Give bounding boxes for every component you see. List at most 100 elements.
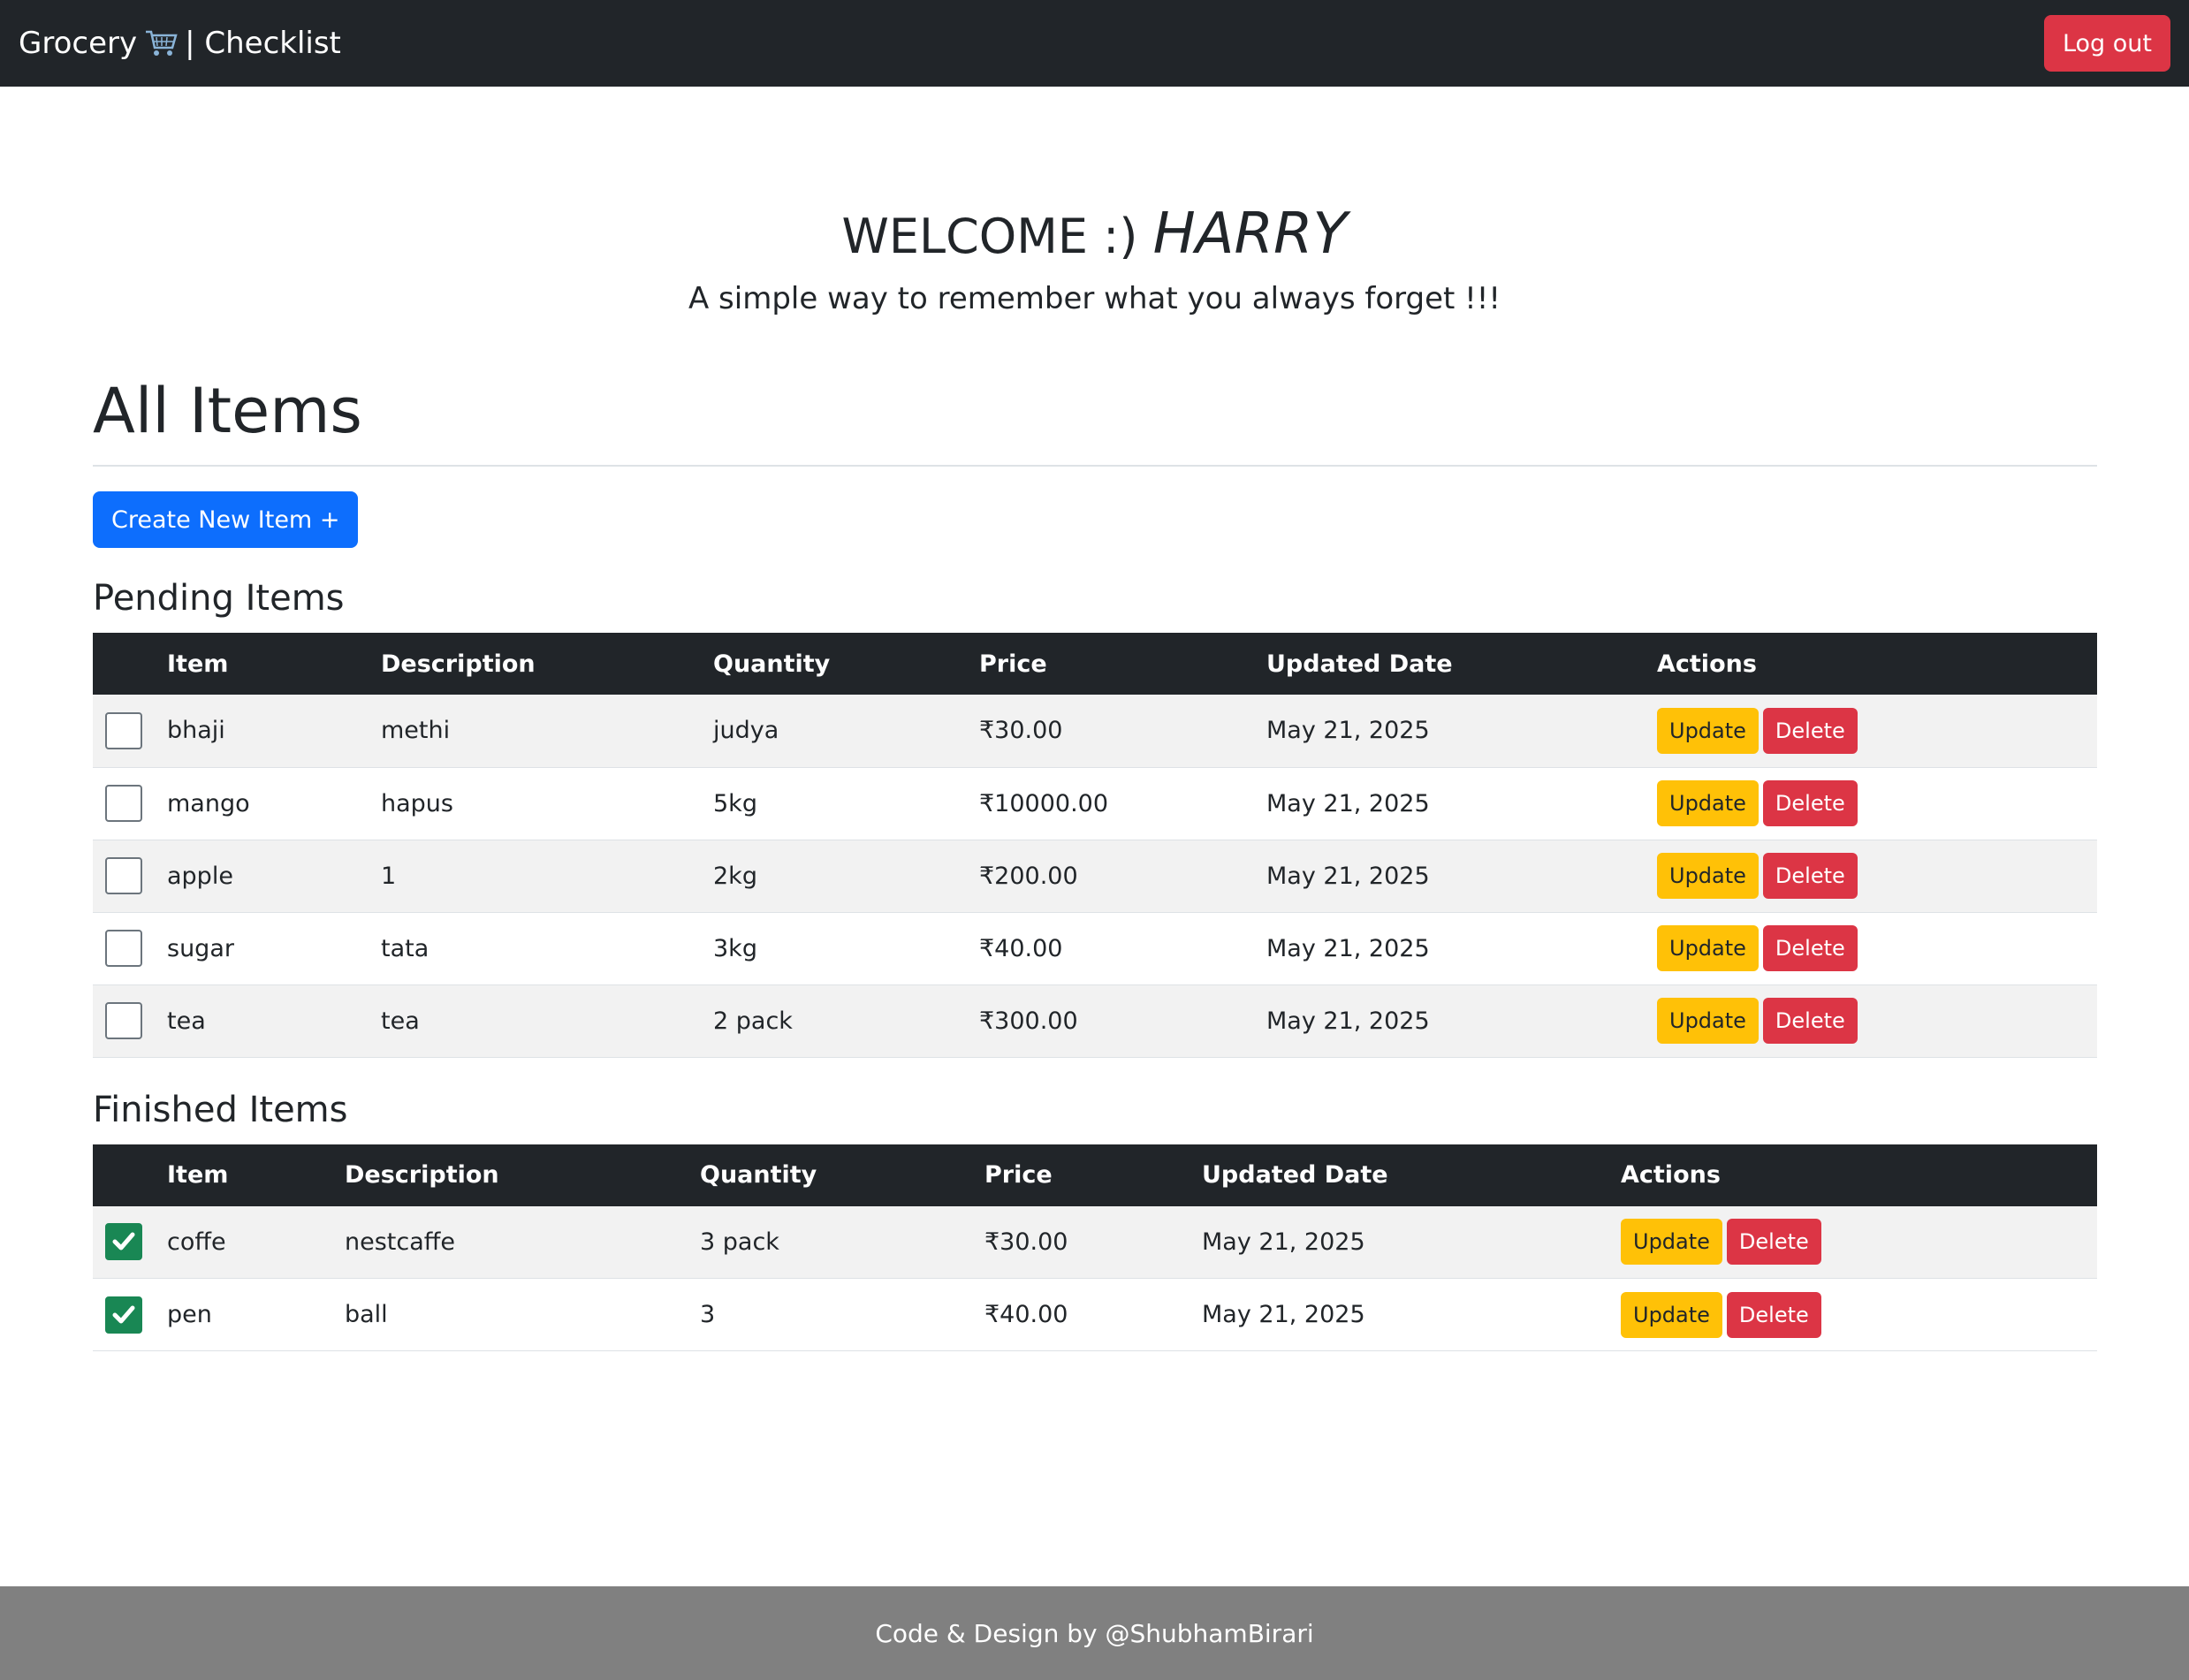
logout-button[interactable]: Log out xyxy=(2043,15,2170,72)
checkbox-cell xyxy=(93,767,155,840)
divider xyxy=(93,465,2097,467)
checkbox-cell xyxy=(93,912,155,985)
column-header-updated-date: Updated Date xyxy=(1266,650,1453,678)
brand-text[interactable]: Grocery xyxy=(19,26,137,61)
page-title: All Items xyxy=(93,375,362,447)
column-header-item: Item xyxy=(167,1161,229,1189)
update-button[interactable]: Update xyxy=(1657,925,1759,971)
delete-button[interactable]: Delete xyxy=(1726,1291,1821,1338)
page: Grocery | Checklist Log out WELCOME :) H… xyxy=(0,0,2189,1680)
table-row: pen ball 3 ₹40.00 May 21, 2025 Update Delete xyxy=(93,1278,2097,1351)
column-header-price: Price xyxy=(984,1161,1053,1189)
brand-suffix[interactable]: | Checklist xyxy=(185,26,341,61)
item-price: ₹30.00 xyxy=(967,695,1254,768)
column-header-item: Item xyxy=(167,650,229,678)
table-row: apple 1 2kg ₹200.00 May 21, 2025 Update Delete xyxy=(93,840,2097,913)
update-button[interactable]: Update xyxy=(1657,998,1759,1044)
item-checkbox[interactable] xyxy=(105,930,142,967)
actions-cell: Update Delete xyxy=(1608,1278,2097,1351)
table-row: sugar tata 3kg ₹40.00 May 21, 2025 Update Dele… xyxy=(93,912,2097,985)
delete-button[interactable]: Delete xyxy=(1762,780,1858,826)
checkbox-cell xyxy=(93,1205,155,1279)
column-header-check xyxy=(93,1144,155,1206)
table-row: mango hapus 5kg ₹10000.00 May 21, 2025 Update… xyxy=(93,767,2097,840)
column-header-updated-date: Updated Date xyxy=(1202,1161,1388,1189)
item-price: ₹200.00 xyxy=(967,840,1254,913)
actions-cell: Update Delete xyxy=(1645,984,2097,1058)
actions-cell: Update Delete xyxy=(1645,767,2097,840)
item-name: pen xyxy=(155,1278,332,1351)
item-description: hapus xyxy=(369,767,701,840)
item-name: apple xyxy=(155,840,369,913)
update-button[interactable]: Update xyxy=(1657,780,1759,826)
checkbox-cell xyxy=(93,695,155,768)
user-name: HARRY xyxy=(1152,201,1348,267)
item-checkbox[interactable] xyxy=(105,1223,142,1261)
checkbox-cell xyxy=(93,840,155,913)
item-description: tata xyxy=(369,912,701,985)
table-row: bhaji methi judya ₹30.00 May 21, 2025 Update D… xyxy=(93,695,2097,768)
item-updated-date: May 21, 2025 xyxy=(1190,1278,1608,1351)
item-name: sugar xyxy=(155,912,369,985)
item-updated-date: May 21, 2025 xyxy=(1254,767,1645,840)
item-price: ₹40.00 xyxy=(972,1278,1190,1351)
update-button[interactable]: Update xyxy=(1621,1219,1722,1266)
item-updated-date: May 21, 2025 xyxy=(1254,695,1645,768)
column-header-quantity: Quantity xyxy=(700,1161,817,1189)
item-price: ₹10000.00 xyxy=(967,767,1254,840)
item-quantity: 2kg xyxy=(701,840,967,913)
actions-cell: Update Delete xyxy=(1645,695,2097,768)
actions-cell: Update Delete xyxy=(1645,912,2097,985)
create-item-button[interactable]: Create New Item + xyxy=(93,491,359,548)
item-price: ₹40.00 xyxy=(967,912,1254,985)
item-quantity: 3 xyxy=(688,1278,972,1351)
item-updated-date: May 21, 2025 xyxy=(1254,984,1645,1058)
column-header-description: Description xyxy=(381,650,536,678)
column-header-actions: Actions xyxy=(1657,650,1757,678)
table-row: tea tea 2 pack ₹300.00 May 21, 2025 Update Del… xyxy=(93,984,2097,1058)
update-button[interactable]: Update xyxy=(1621,1291,1722,1338)
item-name: bhaji xyxy=(155,695,369,768)
item-description: tea xyxy=(369,984,701,1058)
item-checkbox[interactable] xyxy=(105,785,142,822)
actions-cell: Update Delete xyxy=(1645,840,2097,913)
update-button[interactable]: Update xyxy=(1657,707,1759,754)
welcome-heading: WELCOME :) HARRY xyxy=(0,201,2189,267)
footer: Code & Design by @ShubhamBirari xyxy=(0,1586,2189,1680)
main-content: All Items Create New Item + Pending Item… xyxy=(93,371,2097,1351)
item-quantity: 2 pack xyxy=(701,984,967,1058)
delete-button[interactable]: Delete xyxy=(1762,707,1858,754)
column-header-quantity: Quantity xyxy=(713,650,831,678)
item-checkbox[interactable] xyxy=(105,1002,142,1039)
item-description: nestcaffe xyxy=(332,1205,688,1279)
item-description: methi xyxy=(369,695,701,768)
table-header: Item Description Quantity Price Updated … xyxy=(93,1144,2097,1206)
shopping-cart-icon xyxy=(144,28,178,58)
item-checkbox[interactable] xyxy=(105,711,142,749)
item-name: mango xyxy=(155,767,369,840)
item-quantity: 3kg xyxy=(701,912,967,985)
item-checkbox[interactable] xyxy=(105,857,142,894)
item-updated-date: May 21, 2025 xyxy=(1254,912,1645,985)
item-updated-date: May 21, 2025 xyxy=(1254,840,1645,913)
delete-button[interactable]: Delete xyxy=(1726,1219,1821,1266)
brand[interactable]: Grocery | Checklist xyxy=(19,26,341,61)
item-name: tea xyxy=(155,984,369,1058)
check-icon xyxy=(112,1232,135,1250)
update-button[interactable]: Update xyxy=(1657,853,1759,899)
column-header-price: Price xyxy=(979,650,1047,678)
item-checkbox[interactable] xyxy=(105,1296,142,1334)
finished-table: Item Description Quantity Price Updated … xyxy=(93,1144,2097,1351)
delete-button[interactable]: Delete xyxy=(1762,853,1858,899)
item-description: 1 xyxy=(369,840,701,913)
finished-section-title: Finished Items xyxy=(93,1089,348,1130)
actions-cell: Update Delete xyxy=(1608,1205,2097,1279)
column-header-description: Description xyxy=(345,1161,499,1189)
item-price: ₹30.00 xyxy=(972,1205,1190,1279)
item-quantity: 5kg xyxy=(701,767,967,840)
delete-button[interactable]: Delete xyxy=(1762,925,1858,971)
delete-button[interactable]: Delete xyxy=(1762,998,1858,1044)
table-header: Item Description Quantity Price Updated … xyxy=(93,633,2097,695)
footer-credit: Code & Design by @ShubhamBirari xyxy=(875,1618,1314,1648)
check-icon xyxy=(112,1305,135,1323)
